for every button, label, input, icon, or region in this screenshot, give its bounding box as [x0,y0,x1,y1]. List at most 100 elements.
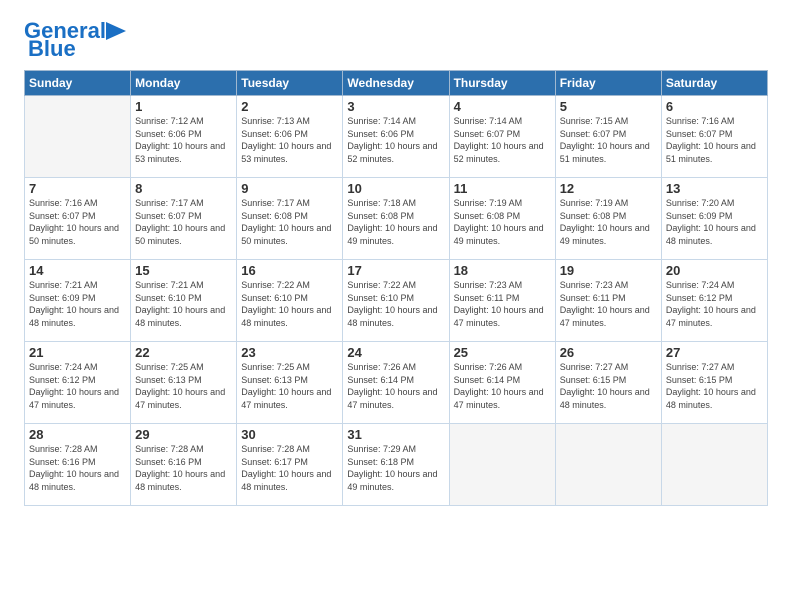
calendar-day-cell: 20 Sunrise: 7:24 AMSunset: 6:12 PMDaylig… [661,260,767,342]
calendar-day-cell: 15 Sunrise: 7:21 AMSunset: 6:10 PMDaylig… [131,260,237,342]
day-number: 7 [29,181,126,196]
logo-blue-text: Blue [28,38,76,60]
day-number: 18 [454,263,551,278]
day-info: Sunrise: 7:16 AMSunset: 6:07 PMDaylight:… [666,115,763,165]
day-number: 2 [241,99,338,114]
day-number: 29 [135,427,232,442]
day-number: 22 [135,345,232,360]
calendar-day-cell: 18 Sunrise: 7:23 AMSunset: 6:11 PMDaylig… [449,260,555,342]
calendar-day-cell: 25 Sunrise: 7:26 AMSunset: 6:14 PMDaylig… [449,342,555,424]
day-info: Sunrise: 7:21 AMSunset: 6:09 PMDaylight:… [29,279,126,329]
weekday-header-cell: Thursday [449,71,555,96]
day-info: Sunrise: 7:22 AMSunset: 6:10 PMDaylight:… [241,279,338,329]
day-info: Sunrise: 7:16 AMSunset: 6:07 PMDaylight:… [29,197,126,247]
day-number: 12 [560,181,657,196]
day-number: 30 [241,427,338,442]
calendar-day-cell: 28 Sunrise: 7:28 AMSunset: 6:16 PMDaylig… [25,424,131,506]
calendar-week-row: 14 Sunrise: 7:21 AMSunset: 6:09 PMDaylig… [25,260,768,342]
day-info: Sunrise: 7:27 AMSunset: 6:15 PMDaylight:… [560,361,657,411]
calendar-day-cell: 19 Sunrise: 7:23 AMSunset: 6:11 PMDaylig… [555,260,661,342]
day-info: Sunrise: 7:15 AMSunset: 6:07 PMDaylight:… [560,115,657,165]
weekday-header-cell: Sunday [25,71,131,96]
calendar-week-row: 7 Sunrise: 7:16 AMSunset: 6:07 PMDayligh… [25,178,768,260]
day-info: Sunrise: 7:19 AMSunset: 6:08 PMDaylight:… [560,197,657,247]
calendar-day-cell: 11 Sunrise: 7:19 AMSunset: 6:08 PMDaylig… [449,178,555,260]
calendar-day-cell: 24 Sunrise: 7:26 AMSunset: 6:14 PMDaylig… [343,342,449,424]
day-number: 8 [135,181,232,196]
calendar-day-cell: 23 Sunrise: 7:25 AMSunset: 6:13 PMDaylig… [237,342,343,424]
calendar-day-cell: 10 Sunrise: 7:18 AMSunset: 6:08 PMDaylig… [343,178,449,260]
day-info: Sunrise: 7:22 AMSunset: 6:10 PMDaylight:… [347,279,444,329]
day-number: 9 [241,181,338,196]
calendar-table: SundayMondayTuesdayWednesdayThursdayFrid… [24,70,768,506]
calendar-day-cell: 31 Sunrise: 7:29 AMSunset: 6:18 PMDaylig… [343,424,449,506]
calendar-week-row: 1 Sunrise: 7:12 AMSunset: 6:06 PMDayligh… [25,96,768,178]
header: General Blue [24,20,768,60]
day-info: Sunrise: 7:28 AMSunset: 6:17 PMDaylight:… [241,443,338,493]
day-number: 5 [560,99,657,114]
day-info: Sunrise: 7:24 AMSunset: 6:12 PMDaylight:… [666,279,763,329]
day-info: Sunrise: 7:26 AMSunset: 6:14 PMDaylight:… [454,361,551,411]
day-number: 17 [347,263,444,278]
day-info: Sunrise: 7:25 AMSunset: 6:13 PMDaylight:… [241,361,338,411]
day-number: 20 [666,263,763,278]
day-info: Sunrise: 7:25 AMSunset: 6:13 PMDaylight:… [135,361,232,411]
calendar-day-cell: 6 Sunrise: 7:16 AMSunset: 6:07 PMDayligh… [661,96,767,178]
day-number: 31 [347,427,444,442]
day-number: 15 [135,263,232,278]
day-number: 27 [666,345,763,360]
calendar-day-cell [25,96,131,178]
day-info: Sunrise: 7:18 AMSunset: 6:08 PMDaylight:… [347,197,444,247]
weekday-header-cell: Tuesday [237,71,343,96]
day-number: 3 [347,99,444,114]
day-info: Sunrise: 7:17 AMSunset: 6:08 PMDaylight:… [241,197,338,247]
calendar-day-cell: 9 Sunrise: 7:17 AMSunset: 6:08 PMDayligh… [237,178,343,260]
calendar-day-cell: 26 Sunrise: 7:27 AMSunset: 6:15 PMDaylig… [555,342,661,424]
calendar-day-cell: 4 Sunrise: 7:14 AMSunset: 6:07 PMDayligh… [449,96,555,178]
calendar-day-cell: 21 Sunrise: 7:24 AMSunset: 6:12 PMDaylig… [25,342,131,424]
day-info: Sunrise: 7:28 AMSunset: 6:16 PMDaylight:… [135,443,232,493]
calendar-week-row: 21 Sunrise: 7:24 AMSunset: 6:12 PMDaylig… [25,342,768,424]
calendar-day-cell: 30 Sunrise: 7:28 AMSunset: 6:17 PMDaylig… [237,424,343,506]
weekday-header-cell: Monday [131,71,237,96]
day-number: 4 [454,99,551,114]
calendar-day-cell: 8 Sunrise: 7:17 AMSunset: 6:07 PMDayligh… [131,178,237,260]
logo: General Blue [24,20,128,60]
day-info: Sunrise: 7:27 AMSunset: 6:15 PMDaylight:… [666,361,763,411]
day-number: 6 [666,99,763,114]
day-number: 28 [29,427,126,442]
calendar-day-cell: 1 Sunrise: 7:12 AMSunset: 6:06 PMDayligh… [131,96,237,178]
calendar-day-cell: 13 Sunrise: 7:20 AMSunset: 6:09 PMDaylig… [661,178,767,260]
calendar-day-cell: 27 Sunrise: 7:27 AMSunset: 6:15 PMDaylig… [661,342,767,424]
day-info: Sunrise: 7:13 AMSunset: 6:06 PMDaylight:… [241,115,338,165]
weekday-header-cell: Wednesday [343,71,449,96]
day-number: 11 [454,181,551,196]
calendar-day-cell: 12 Sunrise: 7:19 AMSunset: 6:08 PMDaylig… [555,178,661,260]
day-number: 25 [454,345,551,360]
weekday-header-cell: Saturday [661,71,767,96]
day-number: 23 [241,345,338,360]
day-number: 21 [29,345,126,360]
day-info: Sunrise: 7:20 AMSunset: 6:09 PMDaylight:… [666,197,763,247]
calendar-day-cell: 17 Sunrise: 7:22 AMSunset: 6:10 PMDaylig… [343,260,449,342]
day-number: 13 [666,181,763,196]
day-number: 1 [135,99,232,114]
day-info: Sunrise: 7:28 AMSunset: 6:16 PMDaylight:… [29,443,126,493]
day-info: Sunrise: 7:14 AMSunset: 6:07 PMDaylight:… [454,115,551,165]
calendar-day-cell [555,424,661,506]
day-info: Sunrise: 7:12 AMSunset: 6:06 PMDaylight:… [135,115,232,165]
day-info: Sunrise: 7:19 AMSunset: 6:08 PMDaylight:… [454,197,551,247]
day-info: Sunrise: 7:29 AMSunset: 6:18 PMDaylight:… [347,443,444,493]
calendar-day-cell: 16 Sunrise: 7:22 AMSunset: 6:10 PMDaylig… [237,260,343,342]
calendar-day-cell [661,424,767,506]
calendar-day-cell: 3 Sunrise: 7:14 AMSunset: 6:06 PMDayligh… [343,96,449,178]
calendar-day-cell: 5 Sunrise: 7:15 AMSunset: 6:07 PMDayligh… [555,96,661,178]
day-info: Sunrise: 7:26 AMSunset: 6:14 PMDaylight:… [347,361,444,411]
day-info: Sunrise: 7:23 AMSunset: 6:11 PMDaylight:… [454,279,551,329]
day-info: Sunrise: 7:21 AMSunset: 6:10 PMDaylight:… [135,279,232,329]
calendar-day-cell: 14 Sunrise: 7:21 AMSunset: 6:09 PMDaylig… [25,260,131,342]
day-number: 10 [347,181,444,196]
day-number: 19 [560,263,657,278]
day-number: 24 [347,345,444,360]
day-number: 26 [560,345,657,360]
